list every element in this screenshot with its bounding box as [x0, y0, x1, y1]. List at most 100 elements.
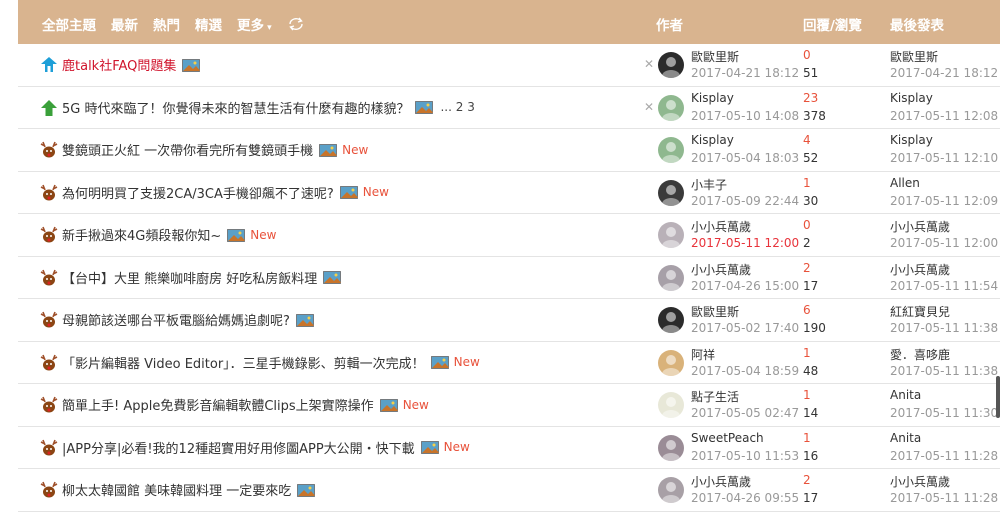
author-name[interactable]: 歐歐里斯 [691, 303, 739, 320]
author-name[interactable]: 歐歐里斯 [691, 48, 739, 65]
table-row[interactable]: |APP分享|必看!我的12種超實用好用修圖APP大公開・快下載 New Sweet… [18, 427, 1000, 469]
post-date: 2017-04-21 18:12 [691, 66, 800, 80]
topic-title-link[interactable]: 為何明明買了支援2CA/3CA手機卻飆不了速呢? [62, 183, 334, 202]
topic-title-link[interactable]: 柳太太韓國館 美味韓國料理 一定要來吃 [62, 480, 291, 499]
last-poster[interactable]: 小小兵萬歲 [890, 261, 950, 278]
tab-all[interactable]: 全部主題 [42, 14, 96, 34]
table-row[interactable]: 鹿talk社FAQ問題集 ✕ 歐歐里斯 2017-04-21 18:12 0 51 歐歐里斯… [18, 44, 1000, 87]
reply-count: 2 [803, 260, 811, 275]
topic-title-link[interactable]: |APP分享|必看!我的12種超實用好用修圖APP大公開・快下載 [62, 438, 415, 457]
col-author: 作者 [656, 18, 683, 34]
last-poster[interactable]: Kisplay [890, 133, 933, 147]
topic-title-link[interactable]: 新手揪過來4G頻段報你知~ [62, 225, 221, 244]
reply-count: 0 [803, 218, 811, 232]
topic-title-link[interactable]: 雙鏡頭正火紅 一次帶你看完所有雙鏡頭手機 [62, 140, 313, 159]
image-attachment-icon [420, 441, 439, 454]
topic-title-link[interactable]: 【台中】大里 熊樂咖啡廚房 好吃私房飯料理 [62, 268, 317, 287]
new-badge: New [342, 142, 369, 157]
post-date: 2017-05-02 17:40 [691, 321, 800, 335]
avatar[interactable] [658, 137, 684, 163]
last-poster[interactable]: 愛．喜哆鹿 [890, 346, 950, 363]
reply-count: 23 [803, 90, 819, 105]
reply-count: 1 [803, 430, 811, 445]
last-post-date: 2017-05-11 11:28 [890, 491, 999, 505]
last-post-date: 2017-05-11 11:54 [890, 278, 999, 293]
reply-count: 2 [803, 473, 811, 487]
tab-more-dropdown[interactable]: 更多 [237, 14, 272, 34]
avatar[interactable] [658, 222, 684, 248]
avatar[interactable] [658, 179, 684, 206]
last-poster[interactable]: 紅紅寶貝兒 [890, 303, 950, 320]
table-row[interactable]: 為何明明買了支援2CA/3CA手機卻飆不了速呢? New 小丰子 2017-05-09… [18, 172, 1000, 214]
topic-title-link[interactable]: 簡單上手! Apple免費影音編輯軟體Clips上架實際操作 [62, 395, 374, 414]
table-row[interactable]: 雙鏡頭正火紅 一次帶你看完所有雙鏡頭手機 New Kisplay 2017-05-04… [18, 129, 1000, 172]
author-name[interactable]: SweetPeach [691, 431, 764, 445]
author-name[interactable]: Kisplay [691, 133, 734, 147]
topic-title-link[interactable]: 鹿talk社FAQ問題集 [62, 55, 176, 74]
last-post-date: 2017-05-11 12:08 [890, 108, 999, 123]
avatar[interactable] [658, 392, 684, 418]
view-count: 2 [803, 236, 811, 250]
author-name[interactable]: 阿祥 [691, 346, 715, 363]
reply-count: 4 [803, 133, 811, 147]
scrollbar[interactable] [996, 376, 1000, 418]
topic-title-link[interactable]: 「影片編輯器 Video Editor」．三星手機錄影、剪輯一次完成！ [62, 353, 425, 372]
reply-count: 6 [803, 303, 811, 317]
table-row[interactable]: 新手揪過來4G頻段報你知~ New 小小兵萬歲 2017-05-11 12:00 0 2 小… [18, 214, 1000, 257]
author-name[interactable]: 點子生活 [691, 388, 739, 405]
page-links[interactable]: ... 2 3 [440, 100, 474, 114]
avatar[interactable] [658, 307, 684, 333]
avatar[interactable] [658, 434, 684, 461]
last-poster[interactable]: Allen [890, 176, 920, 190]
post-date: 2017-05-10 14:08 [691, 108, 800, 123]
image-attachment-icon [227, 228, 246, 242]
table-row[interactable]: 「影片編輯器 Video Editor」．三星手機錄影、剪輯一次完成！ New 阿祥… [18, 342, 1000, 384]
author-name[interactable]: Kisplay [691, 91, 734, 105]
avatar[interactable] [658, 52, 684, 78]
topic-title-wrap: 「影片編輯器 Video Editor」．三星手機錄影、剪輯一次完成！ New [62, 353, 480, 372]
last-poster[interactable]: Kisplay [890, 91, 933, 105]
post-date: 2017-05-10 11:53 [691, 448, 800, 463]
last-poster[interactable]: 小小兵萬歲 [890, 218, 950, 235]
view-count: 17 [803, 278, 819, 293]
last-post-date: 2017-05-11 12:00 [890, 236, 999, 250]
reindeer-icon [40, 184, 58, 200]
avatar[interactable] [658, 94, 684, 121]
table-row[interactable]: 【台中】大里 熊樂咖啡廚房 好吃私房飯料理 小小兵萬歲 2017-04-26 15:… [18, 257, 1000, 299]
last-post-date: 2017-05-11 11:30 [890, 406, 999, 420]
table-row[interactable]: 5G 時代來臨了！你覺得未來的智慧生活有什麼有趣的樣貌？ ... 2 3 ✕ Kisp… [18, 87, 1000, 129]
table-row[interactable]: 簡單上手! Apple免費影音編輯軟體Clips上架實際操作 New 點子生活 201… [18, 384, 1000, 427]
reindeer-icon [40, 354, 58, 370]
avatar[interactable] [658, 477, 684, 503]
close-icon[interactable]: ✕ [644, 57, 654, 71]
author-name[interactable]: 小小兵萬歲 [691, 473, 751, 490]
table-row[interactable]: 柳太太韓國館 美味韓國料理 一定要來吃 小小兵萬歲 2017-04-26 09:55… [18, 469, 1000, 512]
topic-title-link[interactable]: 母親節該送哪台平板電腦給媽媽追劇呢? [62, 310, 290, 329]
avatar[interactable] [658, 264, 684, 291]
avatar[interactable] [658, 349, 684, 376]
reindeer-icon [40, 311, 58, 328]
author-name[interactable]: 小小兵萬歲 [691, 261, 751, 278]
topic-title-wrap: 柳太太韓國館 美味韓國料理 一定要來吃 [62, 480, 316, 499]
view-count: 16 [803, 448, 819, 463]
last-poster[interactable]: 歐歐里斯 [890, 48, 938, 65]
image-attachment-icon [379, 398, 398, 412]
last-poster[interactable]: Anita [890, 431, 921, 445]
refresh-icon[interactable] [287, 17, 305, 31]
tab-hot[interactable]: 熱門 [153, 14, 180, 34]
post-date: 2017-05-11 12:00 [691, 236, 800, 250]
tab-featured[interactable]: 精選 [195, 14, 222, 34]
last-poster[interactable]: Anita [890, 388, 921, 402]
topic-title-wrap: 5G 時代來臨了！你覺得未來的智慧生活有什麼有趣的樣貌？ ... 2 3 [62, 98, 475, 117]
last-poster[interactable]: 小小兵萬歲 [890, 473, 950, 490]
post-date: 2017-04-26 09:55 [691, 491, 800, 505]
image-attachment-icon [296, 313, 314, 327]
close-icon[interactable]: ✕ [644, 100, 654, 114]
reply-count: 1 [803, 175, 811, 190]
table-row[interactable]: 母親節該送哪台平板電腦給媽媽追劇呢? 歐歐里斯 2017-05-02 17:40 6 1… [18, 299, 1000, 342]
author-name[interactable]: 小小兵萬歲 [691, 218, 751, 235]
topic-title-link[interactable]: 5G 時代來臨了！你覺得未來的智慧生活有什麼有趣的樣貌？ [62, 98, 409, 117]
tab-latest[interactable]: 最新 [111, 14, 138, 34]
author-name[interactable]: 小丰子 [691, 176, 727, 193]
image-attachment-icon [319, 143, 338, 157]
